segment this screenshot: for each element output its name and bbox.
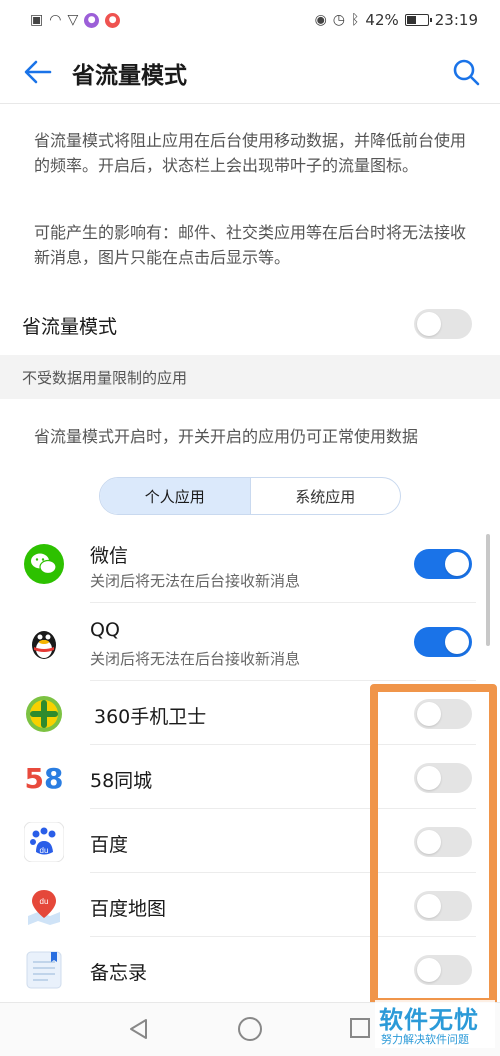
app-subtitle: 关闭后将无法在后台接收新消息 xyxy=(90,650,301,668)
wifi-icon: ◠ xyxy=(49,12,62,28)
watermark: 软件无忧 努力解决软件问题 xyxy=(375,1000,495,1048)
58-icon: 58 xyxy=(24,761,64,795)
svg-text:du: du xyxy=(40,897,49,906)
eye-icon: ◉ xyxy=(314,12,327,28)
back-arrow-icon[interactable] xyxy=(22,56,54,88)
row-divider xyxy=(90,680,476,681)
row-divider xyxy=(90,602,476,603)
wifi-icon-2: ▽ xyxy=(67,12,79,28)
app-notification-icon: ● xyxy=(84,12,100,28)
bluetooth-icon: ᛒ xyxy=(351,12,360,28)
svg-text:du: du xyxy=(40,846,49,855)
app-name: 百度地图 xyxy=(90,898,167,920)
app-subtitle: 关闭后将无法在后台接收新消息 xyxy=(90,572,301,590)
data-saver-label: 省流量模式 xyxy=(22,316,118,338)
highlight-annotation-box xyxy=(370,684,497,1006)
status-bar: ▣ ◠ ▽ ● ● ◉ ◷ ᛒ 42% 23:19 xyxy=(0,0,500,40)
nav-recents-icon[interactable] xyxy=(350,1018,370,1038)
scrollbar[interactable] xyxy=(486,534,490,646)
data-saver-toggle[interactable] xyxy=(414,309,472,339)
section-header: 不受数据用量限制的应用 xyxy=(0,355,500,399)
status-right: ◉ ◷ ᛒ 42% 23:19 xyxy=(315,11,478,29)
qq-penguin-icon xyxy=(32,631,56,659)
page-title: 省流量模式 xyxy=(72,63,187,89)
clock: 23:19 xyxy=(434,11,478,29)
app-row-wechat[interactable]: 微信 关闭后将无法在后台接收新消息 xyxy=(0,532,500,596)
description-paragraph-1: 省流量模式将阻止应用在后台使用移动数据，并降低前台使用的频率。开启后，状态栏上会… xyxy=(34,131,467,175)
nav-back-icon[interactable] xyxy=(128,1018,150,1040)
memo-notepad-icon xyxy=(26,951,62,989)
app-name: 58同城 xyxy=(90,770,153,792)
wechat-toggle[interactable] xyxy=(414,549,472,579)
search-icon[interactable] xyxy=(450,56,482,88)
section-title: 不受数据用量限制的应用 xyxy=(22,369,188,387)
alarm-icon: ◷ xyxy=(332,12,346,28)
app-name: QQ xyxy=(90,619,120,641)
qq-toggle[interactable] xyxy=(414,627,472,657)
app-row-qq[interactable]: QQ 关闭后将无法在后台接收新消息 xyxy=(0,610,500,674)
app-name: 360手机卫士 xyxy=(94,706,207,728)
sim-alert-icon: ▣ xyxy=(30,12,44,28)
battery-percent: 42% xyxy=(365,11,399,29)
baidu-map-icon: du xyxy=(28,890,60,925)
tab-system-apps[interactable]: 系统应用 xyxy=(249,478,401,514)
description-paragraph-2: 可能产生的影响有：邮件、社交类应用等在后台时将无法接收新消息，图片只能在点击后显… xyxy=(34,223,467,267)
app-name: 备忘录 xyxy=(90,962,148,984)
app-name: 百度 xyxy=(90,834,129,856)
360-security-icon xyxy=(26,696,62,732)
watermark-subtitle: 努力解决软件问题 xyxy=(381,1033,469,1046)
app-name: 微信 xyxy=(90,545,129,567)
section-hint: 省流量模式开启时，开关开启的应用仍可正常使用数据 xyxy=(34,427,419,446)
baidu-paw-icon: du xyxy=(24,822,64,862)
battery-icon xyxy=(404,14,432,26)
nav-home-icon[interactable] xyxy=(238,1017,262,1041)
wechat-icon xyxy=(24,544,64,584)
watermark-title: 软件无忧 xyxy=(379,1006,479,1034)
tab-personal-apps[interactable]: 个人应用 xyxy=(100,478,250,514)
app-bar: 省流量模式 xyxy=(0,40,500,104)
app-type-tabs: 个人应用 系统应用 xyxy=(99,477,401,515)
status-left: ▣ ◠ ▽ ● ● xyxy=(30,12,121,28)
app-notification-icon-2: ● xyxy=(105,12,121,28)
